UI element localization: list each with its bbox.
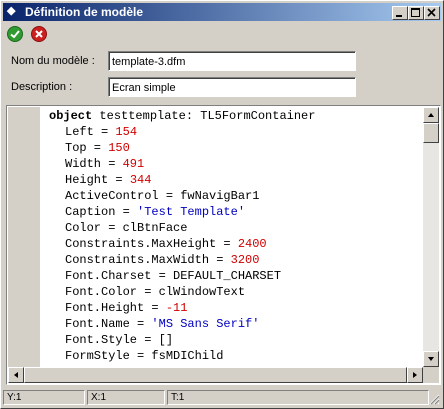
- code-token: 154: [115, 125, 138, 139]
- maximize-button[interactable]: [408, 6, 424, 20]
- code-token: 'Test Template': [137, 205, 246, 219]
- code-token: Width =: [65, 157, 123, 171]
- arrow-down-icon: [428, 357, 434, 361]
- code-line: Font.Height = -11: [49, 300, 315, 316]
- minimize-icon: [396, 15, 402, 17]
- code-line: Font.Color = clWindowText: [49, 284, 315, 300]
- description-input[interactable]: Ecran simple: [108, 77, 356, 97]
- code-token: 3200: [230, 253, 260, 267]
- code-editor[interactable]: object testtemplate: TL5FormContainer Lef…: [6, 105, 441, 385]
- arrow-left-icon: [14, 372, 18, 378]
- code-token: Top =: [65, 141, 109, 155]
- code-token: Font.Charset = DEFAULT_CHARSET: [65, 269, 282, 283]
- code-content[interactable]: object testtemplate: TL5FormContainer Lef…: [49, 108, 315, 364]
- code-token: Constraints.MaxHeight =: [65, 237, 238, 251]
- cancel-button[interactable]: [31, 26, 47, 42]
- code-token: Font.Color = clWindowText: [65, 285, 246, 299]
- maximize-icon: [411, 8, 420, 17]
- code-line: FormStyle = fsMDIChild: [49, 348, 315, 364]
- horizontal-scrollbar[interactable]: [8, 367, 423, 383]
- code-token: Color = clBtnFace: [65, 221, 188, 235]
- code-token: Left =: [65, 125, 116, 139]
- dialog-window: ◆ Définition de modèle Nom du modèle : t…: [0, 0, 444, 409]
- code-line: ActiveControl = fwNavigBar1: [49, 188, 315, 204]
- code-line: Font.Name = 'MS Sans Serif': [49, 316, 315, 332]
- code-token: ActiveControl = fwNavigBar1: [65, 189, 260, 203]
- code-line: Caption = 'Test Template': [49, 204, 315, 220]
- code-token: 'MS Sans Serif': [151, 317, 260, 331]
- scroll-left-button[interactable]: [8, 367, 24, 383]
- arrow-up-icon: [428, 113, 434, 117]
- code-line: Left = 154: [49, 124, 315, 140]
- code-token: testtemplate: TL5FormContainer: [92, 109, 316, 123]
- model-name-label: Nom du modèle :: [11, 55, 95, 67]
- code-line: Constraints.MaxWidth = 3200: [49, 252, 315, 268]
- code-token: FormStyle = fsMDIChild: [65, 349, 224, 363]
- horizontal-scroll-thumb[interactable]: [24, 367, 407, 383]
- scroll-right-button[interactable]: [407, 367, 423, 383]
- code-token: Height =: [65, 173, 130, 187]
- model-name-input[interactable]: template-3.dfm: [108, 51, 356, 71]
- code-token: 2400: [237, 237, 267, 251]
- status-panel-x: X:1: [87, 390, 165, 405]
- code-line: Width = 491: [49, 156, 315, 172]
- status-bar: Y:1 X:1 T:1: [3, 389, 441, 406]
- code-token: Font.Name =: [65, 317, 152, 331]
- code-token: Constraints.MaxWidth =: [65, 253, 231, 267]
- scroll-up-button[interactable]: [423, 107, 439, 123]
- code-line: Constraints.MaxHeight = 2400: [49, 236, 315, 252]
- scroll-down-button[interactable]: [423, 351, 439, 367]
- close-button[interactable]: [424, 6, 440, 20]
- vertical-scrollbar[interactable]: [423, 107, 439, 367]
- code-line: Font.Style = []: [49, 332, 315, 348]
- code-token: 491: [122, 157, 145, 171]
- scrollbar-corner: [423, 367, 439, 383]
- description-label: Description :: [11, 81, 73, 93]
- green-check-icon: [7, 26, 23, 42]
- red-x-icon: [31, 26, 47, 42]
- title-bar[interactable]: ◆ Définition de modèle: [3, 3, 441, 21]
- code-line: Font.Charset = DEFAULT_CHARSET: [49, 268, 315, 284]
- app-icon[interactable]: ◆: [7, 5, 19, 18]
- code-token: 344: [129, 173, 152, 187]
- arrow-right-icon: [413, 372, 417, 378]
- code-token: 150: [108, 141, 130, 155]
- resize-grip-icon[interactable]: [428, 393, 440, 405]
- code-line: object testtemplate: TL5FormContainer: [49, 108, 315, 124]
- window-title: Définition de modèle: [25, 5, 144, 19]
- status-panel-y: Y:1: [3, 390, 85, 405]
- editor-gutter: [8, 107, 40, 383]
- status-panel-t: T:1: [167, 390, 429, 405]
- minimize-button[interactable]: [392, 6, 408, 20]
- code-line: Color = clBtnFace: [49, 220, 315, 236]
- code-token: Font.Style = []: [65, 333, 174, 347]
- vertical-scroll-thumb[interactable]: [423, 123, 439, 143]
- close-icon: [427, 8, 436, 17]
- code-line: Height = 344: [49, 172, 315, 188]
- code-line: Top = 150: [49, 140, 315, 156]
- code-token: Caption =: [65, 205, 138, 219]
- code-token: object: [49, 109, 93, 123]
- code-token: -11: [165, 301, 188, 315]
- ok-button[interactable]: [7, 26, 23, 42]
- code-token: Font.Height =: [65, 301, 166, 315]
